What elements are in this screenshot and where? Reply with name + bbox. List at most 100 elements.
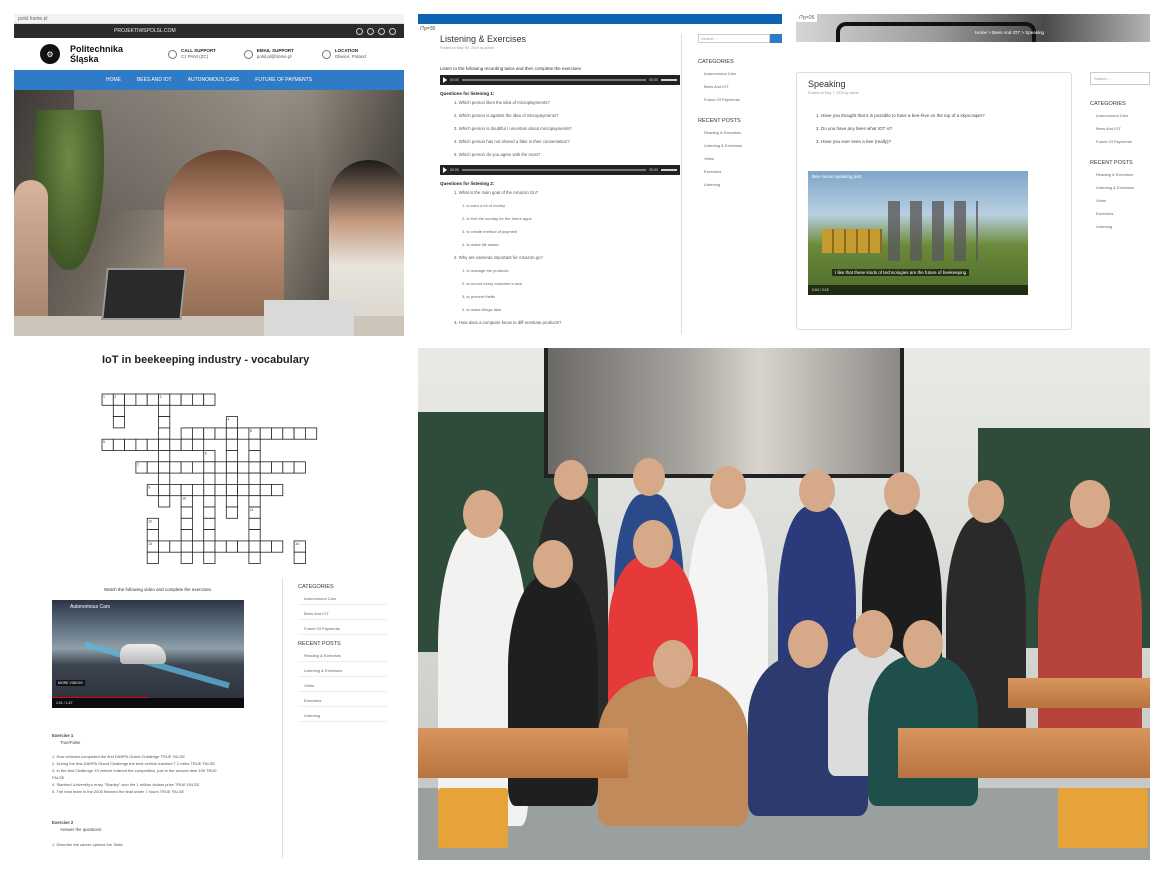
crossword-cell[interactable] xyxy=(304,427,318,440)
crossword-cell[interactable] xyxy=(259,461,272,474)
crossword-cell[interactable] xyxy=(180,517,193,531)
play-icon[interactable] xyxy=(443,167,447,173)
crossword-cell[interactable] xyxy=(124,393,137,406)
crossword-cell[interactable] xyxy=(135,438,148,451)
crossword-cell[interactable] xyxy=(225,540,239,553)
crossword-cell[interactable] xyxy=(158,472,171,485)
tf-item[interactable]: 1. How vehicles completed the first DARP… xyxy=(52,754,185,759)
breadcrumb[interactable]: Home > Bees And IOT > Speaking xyxy=(975,30,1044,35)
search-input[interactable]: Search ... xyxy=(1090,72,1150,85)
video-title[interactable]: Autonomous Cars xyxy=(70,604,110,610)
crossword-cell[interactable] xyxy=(214,483,227,497)
crossword-cell[interactable] xyxy=(271,483,284,497)
instagram-icon[interactable] xyxy=(378,27,385,35)
recent-post-link[interactable]: Listening & Exercises xyxy=(698,143,782,148)
recent-post-link[interactable]: Listening xyxy=(298,713,388,722)
nav-bees-and-iot[interactable]: BEES AND IOT xyxy=(137,77,172,83)
crossword-cell[interactable] xyxy=(124,438,137,451)
youtube-icon[interactable] xyxy=(389,27,396,35)
crossword-cell[interactable] xyxy=(225,450,239,463)
crossword-cell[interactable] xyxy=(180,461,193,474)
crossword-grid[interactable]: 1 2 345678910111213 14 xyxy=(14,348,404,578)
crossword-cell[interactable] xyxy=(225,461,239,474)
crossword-cell[interactable] xyxy=(112,404,126,417)
category-link[interactable]: Bees And IOT xyxy=(698,84,782,89)
recent-post-link[interactable]: Video xyxy=(1090,198,1150,203)
crossword-cell[interactable] xyxy=(169,393,182,406)
crossword-cell[interactable] xyxy=(158,404,171,417)
crossword-cell[interactable] xyxy=(225,427,239,440)
crossword-cell[interactable] xyxy=(225,472,239,485)
crossword-cell[interactable] xyxy=(203,461,216,474)
crossword-cell[interactable] xyxy=(180,393,193,406)
recent-post-link[interactable]: Listening & Exercises xyxy=(298,668,388,677)
search-input[interactable]: Search ... xyxy=(698,34,770,43)
crossword-cell[interactable] xyxy=(214,461,227,474)
recent-post-link[interactable]: Reading & Exercises xyxy=(698,130,782,135)
crossword-cell[interactable] xyxy=(248,517,261,531)
tf-item[interactable]: FALSE xyxy=(52,775,64,780)
crossword-cell[interactable] xyxy=(237,427,250,440)
crossword-cell[interactable] xyxy=(248,529,261,542)
tf-item[interactable]: 3. In the first Challenge 15 vehicle ent… xyxy=(52,768,217,773)
crossword-cell[interactable] xyxy=(146,461,159,474)
crossword-cell[interactable] xyxy=(248,540,261,553)
crossword-cell[interactable] xyxy=(237,461,250,474)
crossword-cell[interactable] xyxy=(293,427,306,440)
crossword-cell[interactable] xyxy=(169,540,182,553)
twitter-icon[interactable] xyxy=(367,27,374,35)
crossword-cell[interactable] xyxy=(169,438,182,451)
crossword-cell[interactable] xyxy=(158,495,171,508)
crossword-cell[interactable] xyxy=(259,427,272,440)
address-bar[interactable]: /?p=26 xyxy=(796,14,818,22)
crossword-cell[interactable] xyxy=(203,506,216,519)
crossword-cell[interactable] xyxy=(203,393,216,406)
crossword-cell[interactable] xyxy=(203,483,216,497)
crossword-cell[interactable] xyxy=(203,540,216,553)
facebook-icon[interactable] xyxy=(356,27,363,35)
crossword-cell[interactable] xyxy=(293,461,306,474)
crossword-cell[interactable] xyxy=(146,438,159,451)
recent-post-link[interactable]: Listening xyxy=(1090,224,1150,229)
crossword-cell[interactable] xyxy=(146,393,159,406)
category-link[interactable]: Bees And IOT xyxy=(298,611,388,620)
crossword-cell[interactable] xyxy=(248,483,261,497)
crossword-cell[interactable] xyxy=(158,450,171,463)
crossword-cell[interactable] xyxy=(191,540,205,553)
category-link[interactable]: Future Of Payments xyxy=(1090,139,1150,144)
crossword-cell[interactable] xyxy=(248,472,261,485)
crossword-cell[interactable] xyxy=(271,540,284,553)
crossword-cell[interactable] xyxy=(203,551,216,564)
video-title[interactable]: Bee movie speaking part xyxy=(812,174,862,179)
video-controls[interactable]: 0:04 / 2:15 xyxy=(808,285,1028,295)
category-link[interactable]: Autonomous Cars xyxy=(298,596,388,605)
crossword-cell[interactable] xyxy=(203,495,216,508)
youtube-video[interactable]: Autonomous Cars MORE VIDEOS 1:01 / 1:47 xyxy=(52,600,244,708)
recent-post-link[interactable]: Video xyxy=(698,156,782,161)
crossword-cell[interactable] xyxy=(203,529,216,542)
tf-item[interactable]: 2. During the first DARPA Grand Challeng… xyxy=(52,761,215,766)
crossword-cell[interactable] xyxy=(203,472,216,485)
recent-post-link[interactable]: Exercises xyxy=(1090,211,1150,216)
category-link[interactable]: Bees And IOT xyxy=(1090,126,1150,131)
crossword-cell[interactable] xyxy=(259,483,272,497)
crossword-cell[interactable] xyxy=(203,427,216,440)
crossword-cell[interactable] xyxy=(225,495,239,508)
crossword-cell[interactable] xyxy=(169,483,182,497)
category-link[interactable]: Future Of Payments xyxy=(698,97,782,102)
crossword-cell[interactable] xyxy=(271,461,284,474)
crossword-cell[interactable] xyxy=(191,393,205,406)
crossword-cell[interactable] xyxy=(225,506,239,519)
crossword-cell[interactable] xyxy=(158,483,171,497)
crossword-cell[interactable] xyxy=(180,427,193,440)
crossword-cell[interactable] xyxy=(180,529,193,542)
crossword-cell[interactable] xyxy=(180,438,193,451)
nav-future-of-payments[interactable]: FUTURE OF PAYMENTS xyxy=(255,77,312,83)
category-link[interactable]: Autonomous Cars xyxy=(698,71,782,76)
crossword-cell[interactable] xyxy=(158,416,171,429)
crossword-cell[interactable] xyxy=(191,438,205,451)
category-link[interactable]: Autonomous Cars xyxy=(1090,113,1150,118)
audio-player[interactable]: 00:00 00:00 xyxy=(440,75,680,85)
recent-post-link[interactable]: Video xyxy=(298,683,388,692)
crossword-cell[interactable] xyxy=(146,529,159,542)
